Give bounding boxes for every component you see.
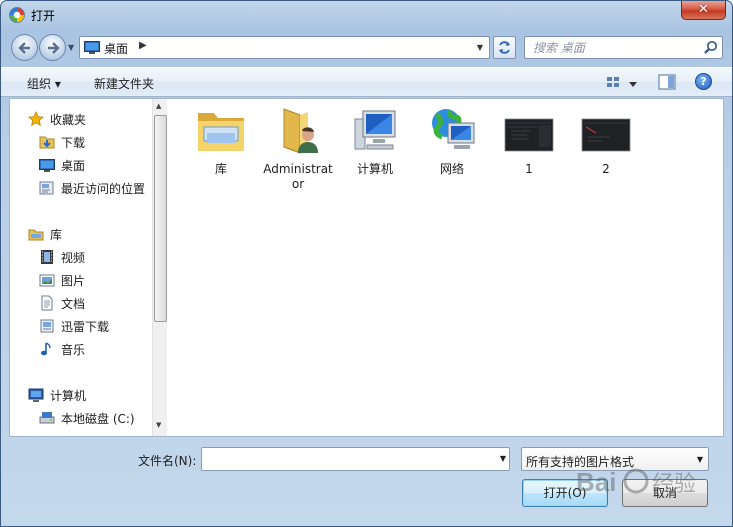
file-item-library[interactable]: 库 (186, 105, 256, 177)
address-row: ▼ 桌面 ▶ ▼ (1, 31, 732, 63)
file-type-select[interactable]: 所有支持的图片格式 ▼ (521, 447, 709, 471)
scroll-down-icon[interactable]: ▼ (156, 421, 161, 429)
refresh-button[interactable] (493, 36, 516, 59)
image-thumbnail (581, 118, 631, 152)
picture-library-icon (39, 274, 55, 287)
file-label: Administrator (263, 162, 333, 191)
recent-places-icon (39, 181, 54, 195)
filename-input[interactable] (202, 448, 492, 470)
nav-item-pictures[interactable]: 图片 (39, 270, 85, 290)
nav-label: 音乐 (61, 342, 86, 357)
refresh-icon (499, 41, 510, 54)
change-view-icon[interactable] (605, 74, 641, 92)
nav-computer[interactable]: 计算机 (28, 385, 86, 405)
preview-pane-icon[interactable] (658, 74, 676, 90)
scrollbar-thumb[interactable] (154, 115, 167, 322)
nav-favorites[interactable]: 收藏夹 (28, 109, 86, 129)
nav-pane-scrollbar[interactable]: ▲ ▼ (152, 99, 167, 436)
back-arrow-icon (18, 42, 30, 54)
download-library-icon (40, 319, 54, 333)
back-button[interactable] (11, 34, 38, 61)
nav-label: 收藏夹 (50, 112, 87, 127)
document-library-icon (41, 295, 53, 311)
nav-label: 最近访问的位置 (61, 181, 146, 196)
dialog-body: 收藏夹 下载 桌面 最近访问的位置 库 视频 图片 文档 迅雷下载 音乐 计算机… (9, 98, 724, 437)
nav-label: 计算机 (50, 388, 87, 403)
nav-item-recent-places[interactable]: 最近访问的位置 (39, 178, 145, 198)
desktop-icon (39, 159, 55, 172)
file-label: 1 (525, 162, 533, 176)
file-item-administrator[interactable]: Administrator (263, 105, 333, 192)
image-thumbnail (504, 118, 554, 152)
nav-label: 桌面 (61, 158, 86, 173)
chevron-down-icon[interactable]: ▼ (697, 455, 703, 464)
file-type-value: 所有支持的图片格式 (526, 455, 635, 469)
search-icon[interactable] (703, 40, 718, 55)
hard-drive-icon (39, 412, 55, 424)
address-dropdown-button[interactable]: ▼ (473, 39, 487, 56)
forward-button[interactable] (39, 34, 66, 61)
organize-menu-button[interactable]: 组织 ▾ (27, 75, 61, 92)
open-file-dialog: 打开 ✕ ▼ 桌面 ▶ ▼ 组织 ▾ 新建文件夹 ? (0, 0, 733, 527)
window-title: 打开 (31, 9, 56, 23)
music-note-icon (41, 342, 51, 356)
file-item-network[interactable]: 网络 (417, 105, 487, 177)
new-folder-button[interactable]: 新建文件夹 (94, 75, 154, 92)
filename-combobox[interactable]: ▼ (201, 447, 510, 471)
file-list-view: 库 Administrator 计算机 网络 1 2 (168, 99, 723, 436)
file-label: 计算机 (356, 162, 393, 176)
command-bar: 组织 ▾ 新建文件夹 ? (1, 67, 732, 97)
nav-item-documents[interactable]: 文档 (39, 293, 85, 313)
address-location[interactable]: 桌面 (104, 40, 128, 57)
library-folder-icon (198, 113, 244, 151)
file-label: 网络 (439, 162, 464, 176)
downloads-folder-icon (39, 136, 55, 149)
search-box[interactable] (524, 36, 723, 59)
nav-item-local-disk-c[interactable]: 本地磁盘 (C:) (39, 408, 135, 428)
breadcrumb-chevron-icon[interactable]: ▶ (139, 40, 147, 51)
file-item-image-2[interactable]: 2 (571, 105, 641, 177)
scroll-up-icon[interactable]: ▲ (156, 102, 161, 110)
nav-label: 视频 (61, 250, 86, 265)
nav-item-music[interactable]: 音乐 (39, 339, 85, 359)
file-item-image-1[interactable]: 1 (494, 105, 564, 177)
app-icon (9, 7, 25, 23)
nav-label: 文档 (61, 296, 86, 311)
cancel-button[interactable]: 取消 (622, 479, 708, 507)
nav-label: 迅雷下载 (61, 319, 110, 334)
file-item-computer[interactable]: 计算机 (340, 105, 410, 177)
recent-pages-dropdown[interactable]: ▼ (68, 43, 77, 52)
nav-libraries[interactable]: 库 (28, 224, 62, 244)
forward-arrow-icon (48, 42, 60, 54)
nav-label: 本地磁盘 (C:) (61, 411, 135, 426)
network-icon (432, 109, 475, 149)
user-folder-icon (283, 108, 318, 154)
computer-icon (28, 388, 44, 402)
navigation-pane: 收藏夹 下载 桌面 最近访问的位置 库 视频 图片 文档 迅雷下载 音乐 计算机… (10, 99, 157, 436)
help-icon[interactable]: ? (695, 73, 712, 90)
desktop-icon (84, 41, 100, 54)
nav-item-thunder-downloads[interactable]: 迅雷下载 (39, 316, 109, 336)
library-icon (28, 229, 44, 241)
star-icon (28, 111, 44, 126)
filename-label: 文件名(N): (138, 454, 197, 468)
nav-label: 图片 (61, 273, 86, 288)
file-label: 2 (602, 162, 610, 176)
computer-icon (354, 110, 396, 150)
close-button[interactable]: ✕ (681, 1, 726, 20)
chevron-down-icon[interactable]: ▼ (500, 454, 506, 463)
video-library-icon (41, 250, 53, 264)
nav-item-downloads[interactable]: 下载 (39, 132, 85, 152)
title-bar[interactable]: 打开 ✕ (1, 1, 732, 29)
nav-item-videos[interactable]: 视频 (39, 247, 85, 267)
open-button[interactable]: 打开(O) (522, 479, 608, 507)
nav-item-desktop[interactable]: 桌面 (39, 155, 85, 175)
address-bar[interactable]: 桌面 ▶ ▼ (79, 36, 490, 59)
nav-label: 库 (50, 227, 63, 242)
file-label: 库 (214, 162, 227, 176)
nav-label: 下载 (61, 135, 86, 150)
search-input[interactable] (525, 37, 701, 58)
